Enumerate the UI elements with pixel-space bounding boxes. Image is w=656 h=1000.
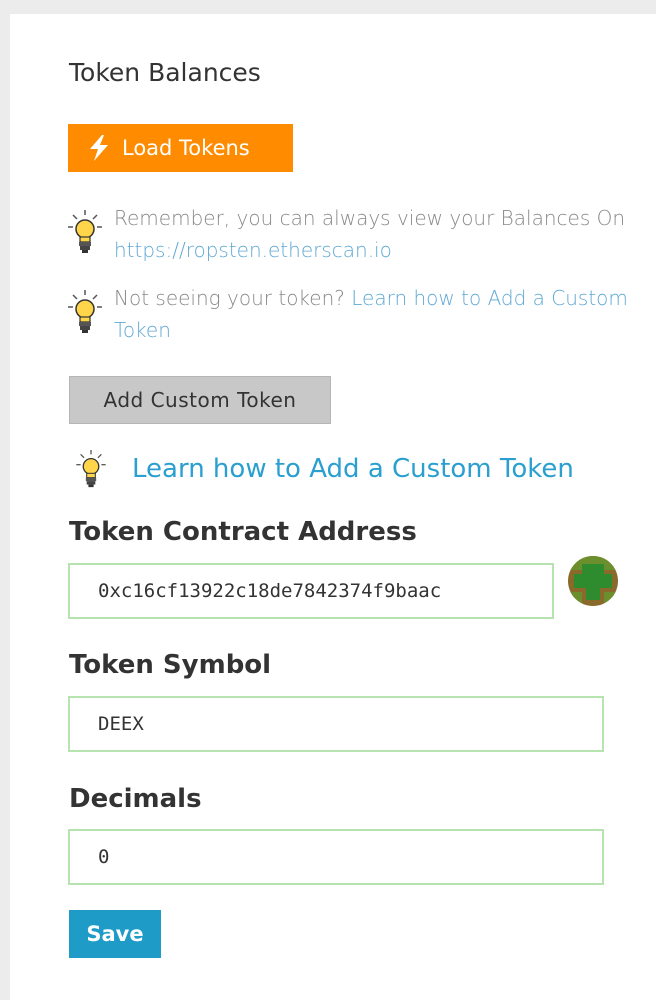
token-symbol-input[interactable] <box>68 696 604 752</box>
balance-tip: Remember, you can always view your Balan… <box>68 202 628 266</box>
load-tokens-label: Load Tokens <box>122 136 250 160</box>
lightbulb-icon <box>76 450 106 488</box>
load-tokens-button[interactable]: Load Tokens <box>68 124 293 172</box>
contract-address-input[interactable] <box>68 563 554 619</box>
token-balances-panel: Token Balances Load Tokens Remember, you… <box>10 14 656 1000</box>
add-custom-token-button[interactable]: Add Custom Token <box>69 376 331 424</box>
lightning-bolt-icon <box>90 135 108 161</box>
contract-address-label: Token Contract Address <box>69 517 417 547</box>
token-tip-text: Not seeing your token? Learn how to Add … <box>114 286 628 342</box>
page-title: Token Balances <box>69 58 261 87</box>
token-symbol-label: Token Symbol <box>69 650 272 680</box>
lightbulb-icon <box>68 210 102 253</box>
save-button[interactable]: Save <box>69 910 161 958</box>
token-tip: Not seeing your token? Learn how to Add … <box>68 282 628 346</box>
decimals-input[interactable] <box>68 829 604 885</box>
decimals-label: Decimals <box>69 784 202 814</box>
balance-tip-text: Remember, you can always view your Balan… <box>114 206 626 262</box>
learn-custom-token-row: Learn how to Add a Custom Token <box>76 450 574 488</box>
etherscan-link[interactable]: https://ropsten.etherscan.io <box>114 238 392 262</box>
lightbulb-icon <box>68 290 102 333</box>
address-identicon <box>568 556 618 606</box>
learn-custom-token-link[interactable]: Learn how to Add a Custom Token <box>132 454 574 484</box>
